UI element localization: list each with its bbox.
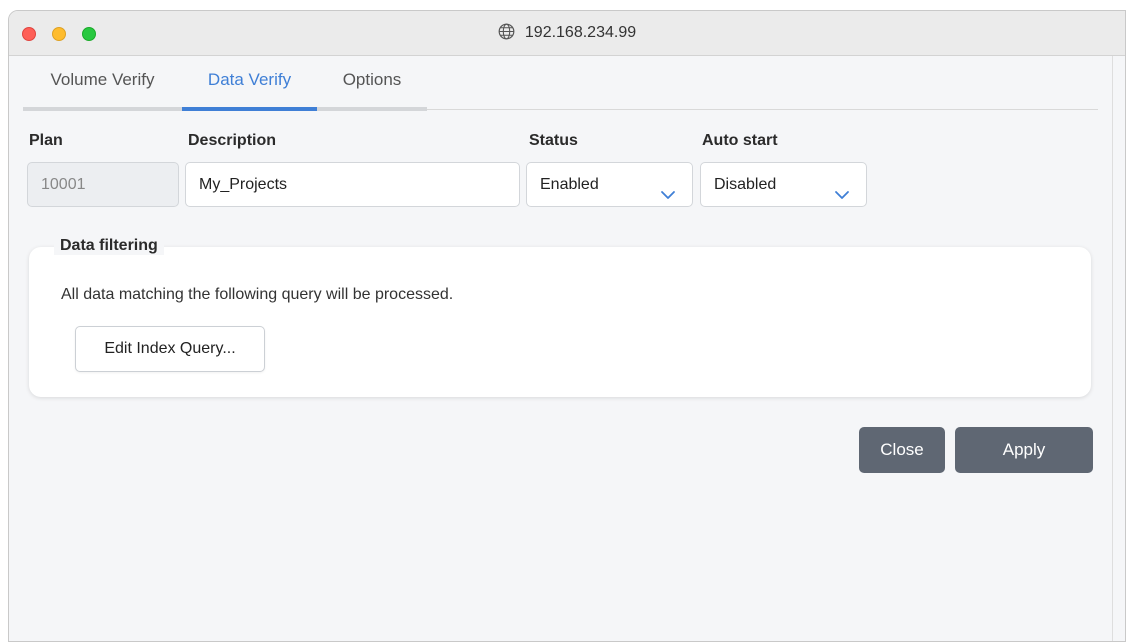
- auto-start-select[interactable]: Disabled: [700, 162, 867, 207]
- tab-underline: [182, 107, 317, 111]
- description-input[interactable]: My_Projects: [185, 162, 520, 207]
- tab-label: Volume Verify: [50, 70, 155, 89]
- tab-underline: [317, 107, 427, 111]
- chevron-down-icon: [834, 177, 850, 220]
- auto-start-value: Disabled: [714, 176, 777, 193]
- scrollbar-track: [1112, 56, 1113, 641]
- status-value: Enabled: [540, 176, 599, 193]
- window-title: 192.168.234.99: [524, 24, 637, 41]
- data-filtering-panel: [29, 247, 1091, 397]
- status-select[interactable]: Enabled: [526, 162, 693, 207]
- data-filtering-description: All data matching the following query wi…: [61, 286, 454, 303]
- globe-icon: [498, 23, 515, 45]
- plan-value: 10001: [41, 176, 86, 193]
- tab-underline: [23, 107, 182, 111]
- auto-start-label: Auto start: [702, 132, 778, 149]
- plan-label: Plan: [29, 132, 63, 149]
- edit-index-query-button[interactable]: Edit Index Query...: [75, 326, 265, 372]
- tab-bar: Volume Verify Data Verify Options: [23, 56, 1098, 111]
- description-label: Description: [188, 132, 277, 149]
- data-filtering-legend: Data filtering: [54, 237, 164, 255]
- title-bar: 192.168.234.99: [9, 11, 1125, 56]
- tab-data-verify[interactable]: Data Verify: [182, 56, 317, 111]
- status-label: Status: [529, 132, 578, 149]
- plan-field: 10001: [27, 162, 179, 207]
- tab-label: Data Verify: [207, 70, 292, 89]
- dialog-window: 192.168.234.99 Volume Verify Data Verify…: [8, 10, 1126, 642]
- apply-button[interactable]: Apply: [955, 427, 1093, 473]
- window-title-group: 192.168.234.99: [9, 23, 1125, 45]
- tab-label: Options: [342, 70, 402, 89]
- tab-volume-verify[interactable]: Volume Verify: [23, 56, 182, 111]
- chevron-down-icon: [660, 177, 676, 220]
- description-value: My_Projects: [199, 176, 288, 193]
- tab-options[interactable]: Options: [317, 56, 427, 111]
- close-button[interactable]: Close: [859, 427, 945, 473]
